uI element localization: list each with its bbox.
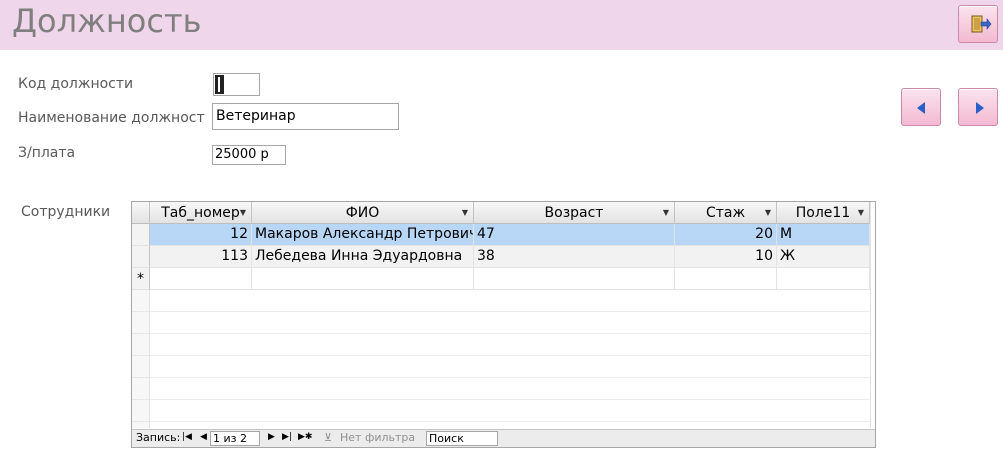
new-record-icon[interactable]: ▶✱ (298, 432, 312, 442)
cell-fio[interactable]: Лебедева Инна Эдуардовна (252, 246, 474, 268)
previous-record-icon[interactable]: ◀ (200, 432, 207, 442)
column-field11[interactable]: Поле11 ▼ (777, 202, 870, 224)
triangle-right-icon (976, 102, 984, 114)
empty-selector-column (132, 290, 150, 428)
salary-label: З/плата (18, 145, 76, 161)
row-selector[interactable] (132, 246, 150, 268)
triangle-left-icon (917, 102, 925, 114)
chevron-down-icon[interactable]: ▼ (765, 202, 771, 224)
cell-age[interactable]: 38 (474, 246, 675, 268)
form-title: Должность (12, 2, 202, 40)
search-field[interactable]: Поиск (426, 431, 498, 446)
cell-age[interactable] (474, 268, 675, 290)
cell-fio[interactable] (252, 268, 474, 290)
employees-label: Сотрудники (21, 204, 111, 220)
chevron-down-icon[interactable]: ▼ (462, 202, 468, 224)
cell-tab-number[interactable]: 12 (150, 224, 252, 246)
cell-experience[interactable] (675, 268, 777, 290)
grid-header: Таб_номер ▼ ФИО ▼ Возраст ▼ Стаж ▼ Поле11 ▼ (132, 202, 875, 224)
row-selector[interactable] (132, 224, 150, 246)
column-age[interactable]: Возраст ▼ (474, 202, 675, 224)
first-record-icon[interactable]: |◀ (182, 432, 192, 442)
cell-fio[interactable]: Макаров Александр Петрович (252, 224, 474, 246)
position-name-field[interactable]: Ветеринар (212, 103, 399, 130)
cell-experience[interactable]: 10 (675, 246, 777, 268)
table-row[interactable]: 113 Лебедева Инна Эдуардовна 38 10 Ж (132, 246, 870, 268)
last-record-icon[interactable]: ▶| (282, 432, 292, 442)
next-record-icon[interactable]: ▶ (268, 432, 275, 442)
cell-field11[interactable]: М (777, 224, 870, 246)
column-label: Возраст (544, 205, 604, 221)
vertical-scrollbar[interactable] (870, 202, 875, 428)
column-label: ФИО (345, 205, 380, 221)
record-navigation-bar: Запись: |◀ ◀ 1 из 2 ▶ ▶| ▶✱ ⊻ Нет фильтр… (132, 429, 875, 447)
text-cursor-caret (218, 77, 220, 92)
records-label: Запись: (136, 431, 181, 444)
select-all-corner[interactable] (132, 202, 150, 224)
column-label: Поле11 (795, 205, 851, 221)
cell-experience[interactable]: 20 (675, 224, 777, 246)
no-filter-button[interactable]: Нет фильтра (340, 431, 415, 444)
exit-door-icon (971, 15, 992, 33)
filter-icon: ⊻ (324, 431, 333, 444)
cell-age[interactable]: 47 (474, 224, 675, 246)
column-label: Таб_номер (161, 205, 240, 221)
table-row[interactable]: 12 Макаров Александр Петрович 47 20 М (132, 224, 870, 246)
column-fio[interactable]: ФИО ▼ (252, 202, 474, 224)
column-label: Стаж (705, 205, 746, 221)
exit-button[interactable] (958, 5, 998, 43)
current-record-field[interactable]: 1 из 2 (210, 431, 260, 446)
cell-field11[interactable]: Ж (777, 246, 870, 268)
cell-tab-number[interactable]: 113 (150, 246, 252, 268)
column-experience[interactable]: Стаж ▼ (675, 202, 777, 224)
salary-field[interactable]: 25000 р (212, 145, 286, 165)
position-name-label: Наименование должност (18, 110, 205, 126)
new-record-row[interactable]: * (132, 268, 870, 290)
column-tab-number[interactable]: Таб_номер ▼ (150, 202, 252, 224)
form-header: Должность (0, 0, 1003, 50)
chevron-down-icon[interactable]: ▼ (663, 202, 669, 224)
code-label: Код должности (18, 76, 134, 92)
chevron-down-icon[interactable]: ▼ (240, 202, 246, 224)
chevron-down-icon[interactable]: ▼ (858, 202, 864, 224)
cell-tab-number[interactable] (150, 268, 252, 290)
next-record-button[interactable] (958, 88, 998, 126)
previous-record-button[interactable] (901, 88, 941, 126)
cell-field11[interactable] (777, 268, 870, 290)
code-field[interactable] (213, 73, 260, 96)
employees-subform: Таб_номер ▼ ФИО ▼ Возраст ▼ Стаж ▼ Поле11 ▼ 1… (131, 201, 876, 448)
empty-area (132, 290, 870, 428)
new-record-marker[interactable]: * (132, 268, 150, 290)
